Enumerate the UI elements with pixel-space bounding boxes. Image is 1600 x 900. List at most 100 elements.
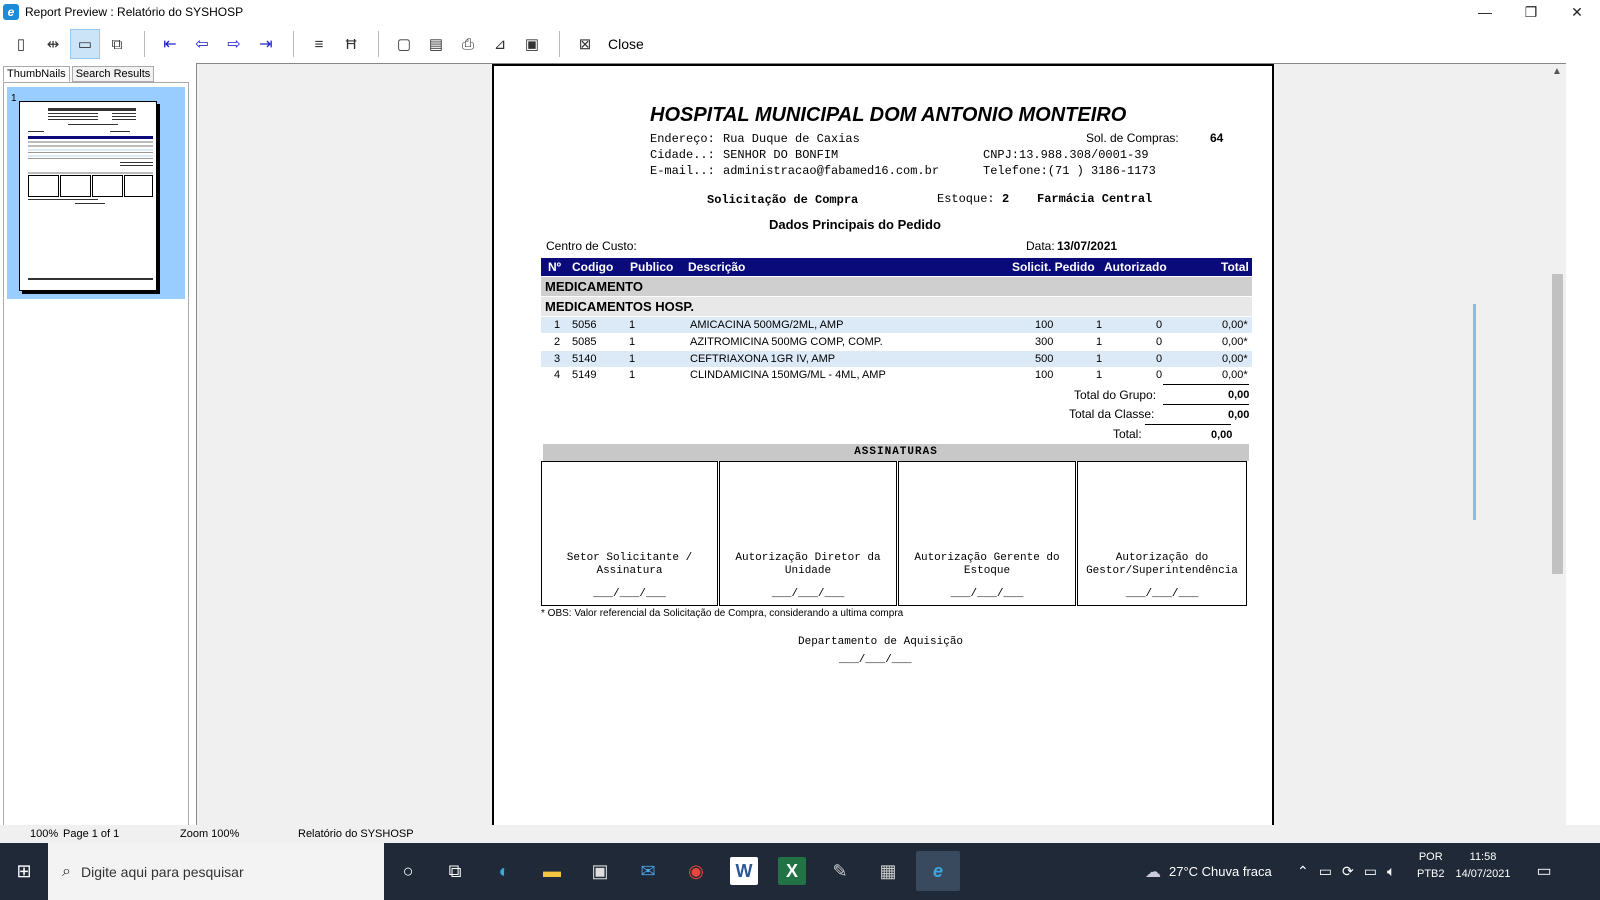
- zoom-percent: 100%: [30, 828, 59, 840]
- total-grupo-label: Total do Grupo:: [1074, 388, 1157, 402]
- full-page-icon[interactable]: ▭: [70, 29, 100, 59]
- thumbnail-panel: 1: [3, 82, 189, 835]
- tray-icons[interactable]: ⌃ ▭ ⟳ ▭ 🔈︎: [1297, 843, 1395, 900]
- col-codigo: Codigo: [572, 260, 614, 274]
- assinaturas-header: ASSINATURAS: [543, 444, 1249, 461]
- minimize-button[interactable]: —: [1462, 0, 1508, 24]
- table-header: Nº Codigo Publico Descrição Solicit. Ped…: [541, 258, 1252, 276]
- signature-box: Setor Solicitante / Assinatura ___/___/_…: [541, 461, 718, 606]
- print-icon[interactable]: ⎙: [453, 29, 483, 59]
- find-icon[interactable]: Ħ: [336, 29, 366, 59]
- data-label: Data:: [1026, 239, 1055, 253]
- chrome-icon[interactable]: ◉: [676, 851, 716, 891]
- signature-box: Autorização Gerente do Estoque ___/___/_…: [898, 461, 1076, 606]
- cnpj: CNPJ:13.988.308/0001-39: [983, 148, 1149, 162]
- word-icon[interactable]: W: [730, 857, 758, 885]
- language-indicator[interactable]: POR PTB2: [1417, 849, 1445, 883]
- restore-button[interactable]: ❐: [1508, 0, 1554, 24]
- group-medicamentos-hosp: MEDICAMENTOS HOSP.: [541, 297, 1252, 316]
- total-classe-label: Total da Classe:: [1069, 407, 1155, 421]
- excel-icon[interactable]: X: [778, 857, 806, 885]
- col-publico: Publico: [630, 260, 674, 274]
- table-row: 1 5056 1 AMICACINA 500MG/2ML, AMP 100 1 …: [541, 317, 1252, 333]
- clock[interactable]: 11:58 14/07/2021: [1453, 849, 1513, 883]
- multi-page-icon[interactable]: ⧉: [102, 29, 132, 59]
- report-name: Relatório do SYSHOSP: [298, 828, 414, 840]
- doc-type: Solicitação de Compra: [707, 193, 859, 207]
- tab-search-results[interactable]: Search Results: [71, 66, 155, 82]
- endereco-value: Rua Duque de Caxias: [723, 132, 860, 146]
- taskbar: ⊞ ⌕ Digite aqui para pesquisar ○ ⧉ ◐ ▬ ▣…: [0, 843, 1600, 900]
- calculator-icon[interactable]: ▦: [868, 851, 908, 891]
- section-title: Dados Principais do Pedido: [769, 217, 941, 232]
- store-icon[interactable]: ▣: [580, 851, 620, 891]
- mail-icon[interactable]: ✉: [628, 851, 668, 891]
- open-icon[interactable]: ⊿: [485, 29, 515, 59]
- file-explorer-icon[interactable]: ▬: [532, 851, 572, 891]
- task-view-icon[interactable]: ⧉: [435, 851, 475, 891]
- report-page: HOSPITAL MUNICIPAL DOM ANTONIO MONTEIRO …: [492, 64, 1274, 836]
- data-value: 13/07/2021: [1057, 239, 1118, 253]
- close-window-button[interactable]: ✕: [1554, 0, 1600, 24]
- endereco-label: Endereço:: [650, 132, 715, 146]
- hospital-name: HOSPITAL MUNICIPAL DOM ANTONIO MONTEIRO: [650, 104, 1127, 126]
- notifications-icon[interactable]: ▭: [1524, 851, 1564, 891]
- cidade-value: SENHOR DO BONFIM: [723, 148, 839, 162]
- col-n: Nº: [548, 260, 562, 274]
- report-app-icon[interactable]: e: [916, 851, 960, 891]
- next-page-icon[interactable]: ⇨: [219, 29, 249, 59]
- search-icon: ⌕: [62, 862, 71, 880]
- departamento-label: Departamento de Aquisição: [798, 636, 964, 648]
- taskbar-search[interactable]: ⌕ Digite aqui para pesquisar: [48, 843, 384, 900]
- signature-box: Autorização Diretor da Unidade ___/___/_…: [719, 461, 897, 606]
- centro-custo-label: Centro de Custo:: [546, 239, 637, 253]
- total-label: Total:: [1113, 427, 1142, 441]
- edge-icon[interactable]: ◐: [484, 851, 524, 891]
- single-page-icon[interactable]: ▯: [6, 29, 36, 59]
- cidade-label: Cidade..:: [650, 148, 715, 162]
- col-descricao: Descrição: [688, 260, 746, 274]
- printer-setup-icon[interactable]: ▤: [421, 29, 451, 59]
- chevron-up-icon: ⌃: [1297, 863, 1309, 879]
- meet-icon: ▭: [1318, 863, 1332, 879]
- col-total: Total: [1221, 260, 1249, 274]
- first-page-icon[interactable]: ⇤: [155, 29, 185, 59]
- estoque-label: Estoque:: [937, 192, 995, 206]
- email-label: E-mail..:: [650, 164, 715, 178]
- weather-icon: ☁: [1145, 863, 1161, 881]
- title-bar: e Report Preview : Relatório do SYSHOSP …: [0, 0, 1600, 24]
- telefone: Telefone:(71 ) 3186-1173: [983, 164, 1156, 178]
- search-placeholder: Digite aqui para pesquisar: [80, 863, 244, 880]
- tool-icon[interactable]: ✎: [820, 851, 860, 891]
- departamento-date: ___/___/___: [839, 654, 912, 666]
- thumbnail-number: 1: [11, 93, 17, 104]
- save-icon[interactable]: ▣: [517, 29, 547, 59]
- last-page-icon[interactable]: ⇥: [251, 29, 281, 59]
- total-grupo-value: 0,00: [1228, 389, 1250, 401]
- table-row: 2 5085 1 AZITROMICINA 500MG COMP, COMP. …: [554, 336, 1248, 348]
- thumbnail-page[interactable]: [19, 101, 157, 291]
- weather-text[interactable]: 27°C Chuva fraca: [1169, 864, 1272, 879]
- cortana-icon[interactable]: ○: [388, 851, 428, 891]
- volume-icon: 🔈︎: [1386, 863, 1396, 879]
- prev-page-icon[interactable]: ⇦: [187, 29, 217, 59]
- sol-compras-label: Sol. de Compras:: [1086, 131, 1179, 145]
- page-width-icon[interactable]: ⇹: [38, 29, 68, 59]
- thumbnail-item[interactable]: 1: [7, 87, 185, 299]
- vertical-scrollbar[interactable]: ▲ ▼: [1549, 64, 1566, 836]
- window-title: Report Preview : Relatório do SYSHOSP: [25, 5, 244, 19]
- zoom-indicator: Zoom 100%: [180, 828, 240, 840]
- goto-page-icon[interactable]: ≡: [304, 29, 334, 59]
- exit-icon[interactable]: ⊠: [570, 29, 600, 59]
- network-icon: ▭: [1363, 863, 1377, 879]
- total-classe-value: 0,00: [1228, 409, 1250, 421]
- windows-start-icon[interactable]: ⊞: [0, 843, 48, 900]
- tab-thumbnails[interactable]: ThumbNails: [3, 66, 70, 82]
- col-autorizado: Autorizado: [1104, 260, 1167, 274]
- sol-compras-value: 64: [1210, 131, 1224, 145]
- farmacia: Farmácia Central: [1037, 192, 1153, 206]
- page-setup-icon[interactable]: ▢: [389, 29, 419, 59]
- obs-note: * OBS: Valor referencial da Solicitação …: [541, 608, 904, 619]
- close-button[interactable]: Close: [608, 36, 644, 52]
- toolbar: ▯ ⇹ ▭ ⧉ ⇤ ⇦ ⇨ ⇥ ≡ Ħ ▢ ▤ ⎙ ⊿ ▣ ⊠ Close: [0, 26, 1600, 62]
